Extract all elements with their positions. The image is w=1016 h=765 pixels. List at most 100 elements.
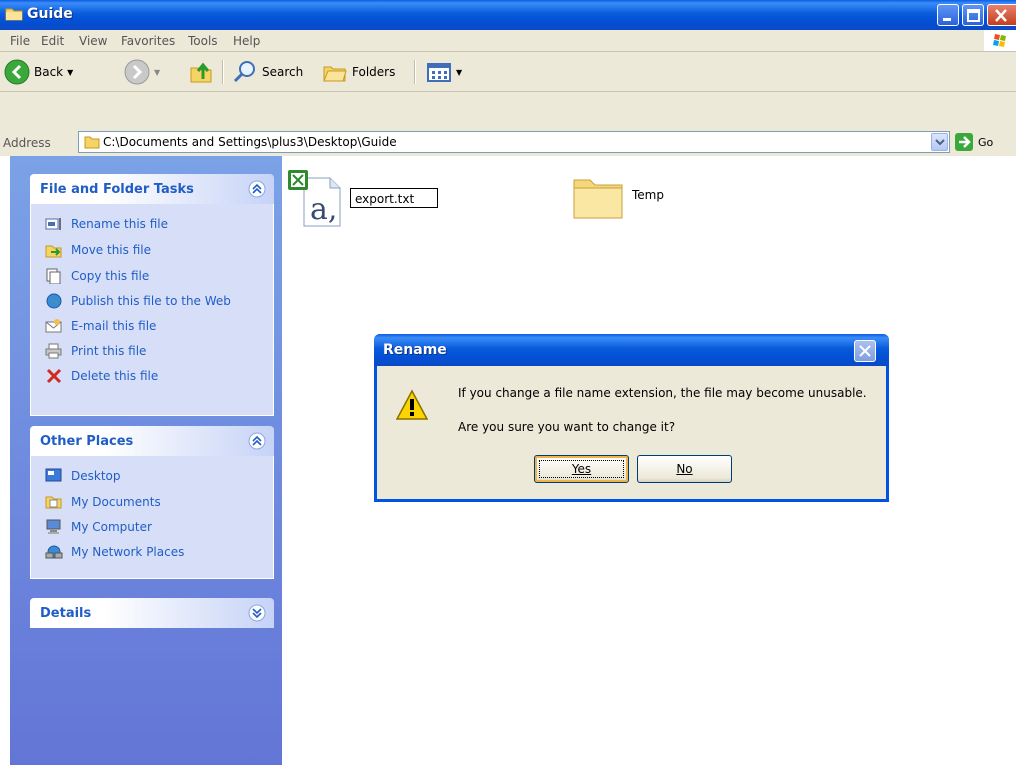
forward-button[interactable]: ▼ [124,58,160,86]
back-arrow-icon [4,59,30,85]
up-folder-button[interactable] [188,58,214,86]
my-computer-icon [46,519,61,534]
yes-button[interactable]: Yes [534,455,629,483]
task-rename[interactable]: Rename this file [45,214,168,234]
chevron-down-icon [935,139,945,146]
maximize-button[interactable] [962,4,984,26]
file-item-export[interactable]: a, [288,170,346,231]
rename-input[interactable]: export.txt [350,188,438,208]
rename-icon [45,218,61,230]
back-button[interactable]: Back ▼ [4,58,73,86]
warning-icon [395,389,429,420]
address-dropdown-button[interactable] [931,133,948,151]
task-publish[interactable]: Publish this file to the Web [45,291,231,311]
folder-icon [84,135,100,152]
folder-name: Temp [632,188,664,202]
move-icon [45,245,62,258]
network-places-icon [45,545,63,559]
folder-icon [5,7,23,21]
svg-text:a,: a, [310,192,337,227]
back-dropdown-icon[interactable]: ▼ [67,68,73,77]
email-icon [45,319,62,333]
title-bar[interactable]: Guide [0,0,1016,30]
menu-tools[interactable]: Tools [188,34,218,48]
back-label: Back [34,65,64,79]
address-bar: Address C:\Documents and Settings\plus3\… [0,92,1016,156]
folders-label: Folders [352,65,396,79]
copy-icon [46,268,61,284]
place-my-computer[interactable]: My Computer [45,517,152,537]
task-print[interactable]: Print this file [45,341,146,361]
dialog-question: Are you sure you want to change it? [458,420,676,434]
panel-header[interactable]: Other Places [30,426,274,456]
menu-favorites[interactable]: Favorites [121,34,175,48]
dialog-title-bar[interactable]: Rename [374,334,889,366]
printer-icon [45,343,62,359]
dialog-message: If you change a file name extension, the… [458,386,867,400]
views-dropdown-icon[interactable]: ▼ [456,68,462,77]
desktop-icon [45,468,62,482]
search-label: Search [262,65,304,79]
folder-icon [573,179,623,219]
text-file-icon: a, [288,170,341,227]
collapse-chevron-icon[interactable] [248,180,266,198]
panel-body: Desktop My Documents My Computer My Netw… [30,456,274,579]
folders-button[interactable]: Folders [322,58,395,86]
file-folder-tasks-panel: File and Folder Tasks Rename this file M… [30,174,274,416]
no-button[interactable]: No [637,455,732,483]
folder-item-temp[interactable] [572,172,624,223]
folders-icon [323,66,347,82]
menu-view[interactable]: View [79,34,107,48]
dialog-title: Rename [383,342,447,358]
panel-title: Details [40,606,92,621]
menu-file[interactable]: File [10,34,30,48]
go-button[interactable]: Go [954,132,993,152]
other-places-panel: Other Places Desktop My Documents My Com… [30,426,274,579]
place-desktop[interactable]: Desktop [45,466,121,486]
views-icon [427,63,451,82]
menu-edit[interactable]: Edit [41,34,64,48]
delete-icon [46,368,62,384]
panel-header[interactable]: File and Folder Tasks [30,174,274,204]
toolbar: Back ▼ ▼ Search Folders ▼ [0,52,1016,92]
forward-dropdown-icon[interactable]: ▼ [154,68,160,77]
search-button[interactable]: Search [232,58,303,86]
panel-title: File and Folder Tasks [40,182,194,197]
minimize-button[interactable] [937,4,959,26]
rename-confirm-dialog: Rename If you change a file name extensi… [374,334,889,502]
panel-header[interactable]: Details [30,598,274,628]
task-copy[interactable]: Copy this file [45,266,149,286]
address-input[interactable]: C:\Documents and Settings\plus3\Desktop\… [78,131,950,153]
views-button[interactable]: ▼ [426,58,462,86]
toolbar-separator [222,60,224,84]
address-label: Address [3,136,51,150]
focus-rectangle [539,460,624,478]
expand-chevron-icon[interactable] [248,604,266,622]
my-documents-icon [45,496,62,509]
explorer-window: Guide File Edit View Favorites Tools Hel… [0,0,1016,765]
forward-arrow-icon [124,59,150,85]
up-folder-icon [190,62,212,83]
task-email[interactable]: E-mail this file [45,316,156,336]
close-icon [859,345,871,357]
windows-logo-icon [984,30,1016,51]
task-pane: File and Folder Tasks Rename this file M… [10,156,282,765]
collapse-chevron-icon[interactable] [248,432,266,450]
dialog-close-button[interactable] [854,340,876,362]
task-delete[interactable]: Delete this file [45,366,158,386]
go-arrow-icon [955,133,973,151]
window-title: Guide [27,6,73,22]
menu-help[interactable]: Help [233,34,260,48]
task-move[interactable]: Move this file [45,240,151,260]
details-panel: Details [30,598,274,628]
place-my-documents[interactable]: My Documents [45,492,161,512]
close-button[interactable] [987,4,1016,26]
place-network[interactable]: My Network Places [45,542,184,562]
search-icon [233,61,255,83]
go-label: Go [978,135,994,149]
menu-bar: File Edit View Favorites Tools Help [0,30,1016,52]
panel-body: Rename this file Move this file Copy thi… [30,204,274,416]
address-path: C:\Documents and Settings\plus3\Desktop\… [103,135,397,149]
toolbar-separator [414,60,416,84]
globe-icon [46,293,62,309]
